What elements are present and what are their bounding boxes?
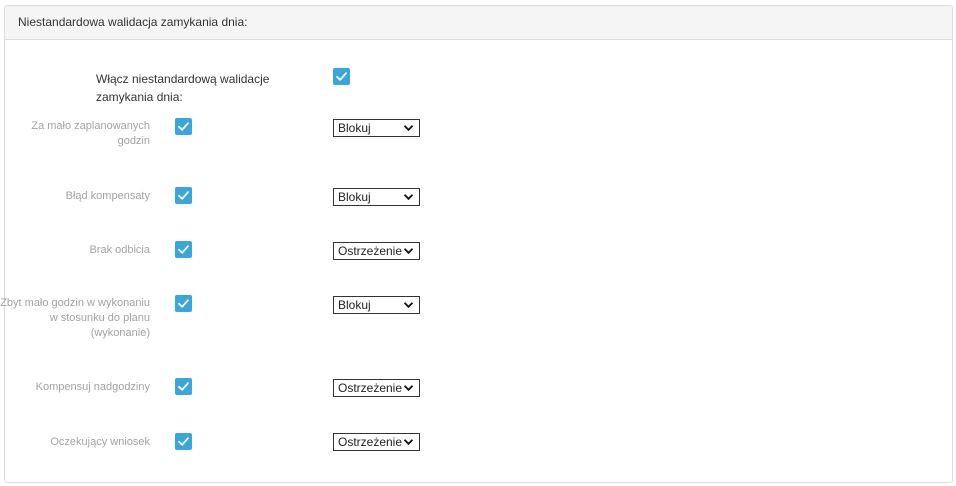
chevron-down-icon bbox=[403, 302, 414, 309]
checkmark-icon bbox=[178, 382, 189, 391]
row-label-too-few-planned-hours: Za mało zaplanowanych godzin bbox=[31, 120, 150, 147]
checkmark-icon bbox=[178, 437, 189, 446]
row-select-compensate-overtime[interactable]: Ostrzeżenie bbox=[333, 379, 420, 397]
row-label-pending-request: Oczekujący wniosek bbox=[50, 436, 150, 448]
chevron-down-icon bbox=[403, 385, 414, 392]
row-select-pending-request[interactable]: Ostrzeżenie bbox=[333, 433, 420, 451]
select-value: Blokuj bbox=[338, 298, 371, 312]
row-select-too-few-planned-hours[interactable]: Blokuj bbox=[333, 119, 420, 137]
chevron-down-icon bbox=[403, 194, 414, 201]
row-label-compensation-error: Błąd kompensaty bbox=[65, 190, 150, 202]
row-checkbox-compensation-error[interactable] bbox=[175, 187, 192, 204]
row-label-compensate-overtime: Kompensuj nadgodziny bbox=[35, 381, 150, 393]
row-label-too-few-hours-executed: Zbyt mało godzin w wykonaniu w stosunku … bbox=[0, 297, 150, 339]
checkmark-icon bbox=[178, 122, 189, 131]
panel-title: Niestandardowa walidacja zamykania dnia: bbox=[5, 6, 952, 40]
row-select-missing-punch[interactable]: Ostrzeżenie bbox=[333, 242, 420, 260]
row-checkbox-pending-request[interactable] bbox=[175, 433, 192, 450]
row-checkbox-too-few-planned-hours[interactable] bbox=[175, 118, 192, 135]
row-checkbox-compensate-overtime[interactable] bbox=[175, 378, 192, 395]
row-label-missing-punch: Brak odbicia bbox=[89, 244, 150, 256]
chevron-down-icon bbox=[403, 439, 414, 446]
select-value: Ostrzeżenie bbox=[338, 381, 403, 395]
enable-validation-label: Włącz niestandardową walidacje zamykania… bbox=[96, 72, 270, 104]
select-value: Ostrzeżenie bbox=[338, 435, 403, 449]
row-checkbox-missing-punch[interactable] bbox=[175, 241, 192, 258]
row-select-compensation-error[interactable]: Blokuj bbox=[333, 188, 420, 206]
row-select-too-few-hours-executed[interactable]: Blokuj bbox=[333, 296, 420, 314]
select-value: Blokuj bbox=[338, 121, 371, 135]
checkmark-icon bbox=[178, 299, 189, 308]
chevron-down-icon bbox=[403, 125, 414, 132]
select-value: Ostrzeżenie bbox=[338, 244, 403, 258]
chevron-down-icon bbox=[403, 248, 414, 255]
checkmark-icon bbox=[178, 245, 189, 254]
row-checkbox-too-few-hours-executed[interactable] bbox=[175, 295, 192, 312]
select-value: Blokuj bbox=[338, 190, 371, 204]
enable-validation-checkbox[interactable] bbox=[333, 68, 350, 85]
checkmark-icon bbox=[336, 72, 347, 81]
checkmark-icon bbox=[178, 191, 189, 200]
